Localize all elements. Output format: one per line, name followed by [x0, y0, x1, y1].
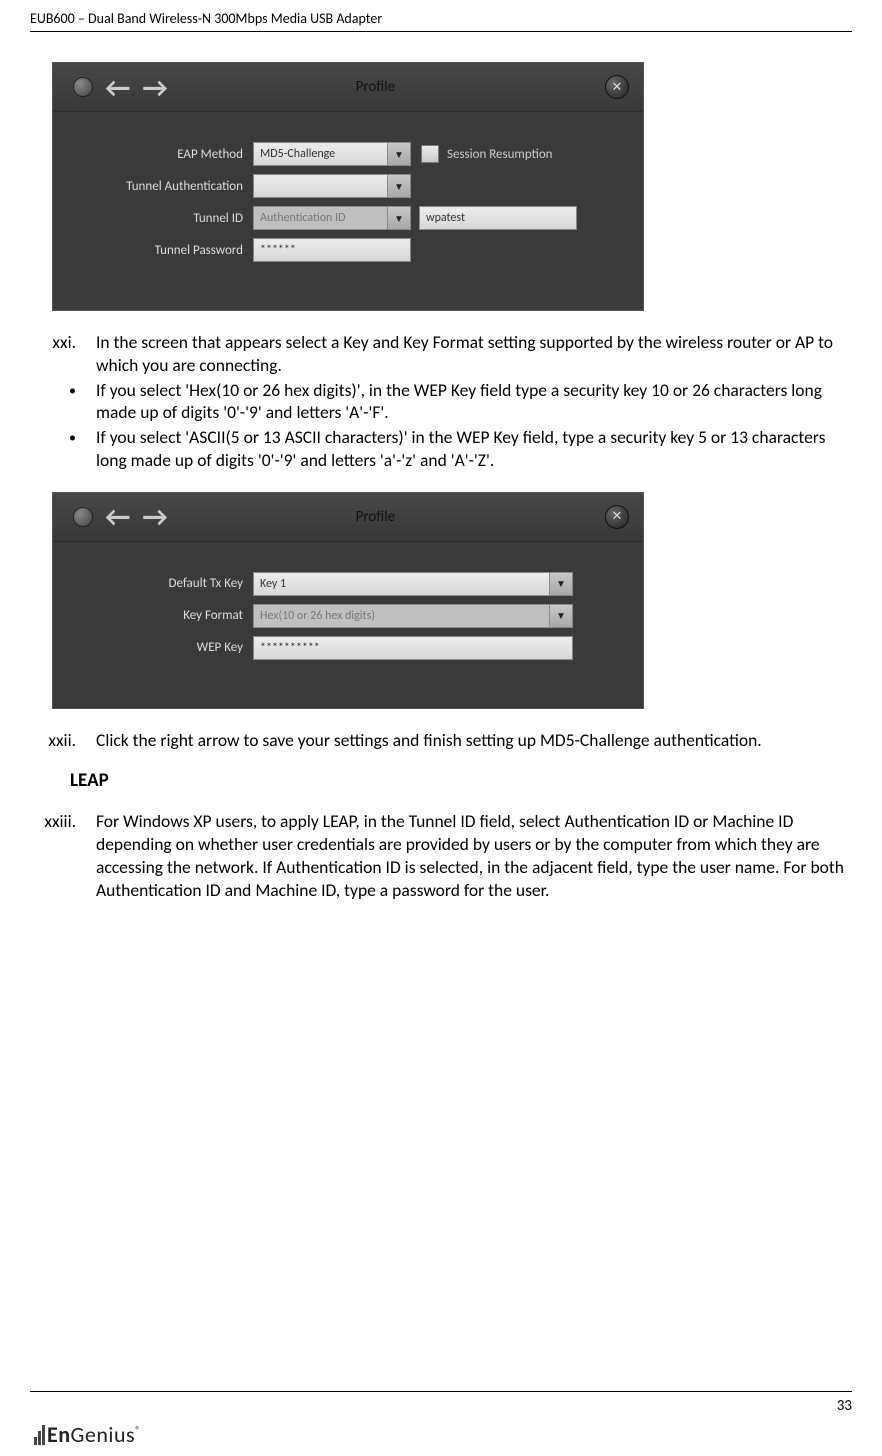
tunnel-auth-select[interactable]: ▼	[253, 174, 411, 198]
chevron-down-icon: ▼	[387, 143, 410, 165]
chevron-down-icon: ▼	[387, 207, 410, 229]
tunnel-id-select[interactable]: Authentication ID ▼	[253, 206, 411, 230]
forward-arrow-icon[interactable]: →	[142, 499, 167, 534]
instruction-bullet-2: If you select 'ASCII(5 or 13 ASCII chara…	[96, 426, 852, 472]
eap-method-select[interactable]: MD5-Challenge ▼	[253, 142, 411, 166]
tunnel-id-value: Authentication ID	[260, 211, 345, 225]
session-resumption-label: Session Resumption	[447, 147, 553, 162]
back-arrow-icon[interactable]: ←	[105, 499, 130, 534]
tunnel-auth-label: Tunnel Authentication	[73, 179, 253, 194]
tunnel-id-label: Tunnel ID	[73, 211, 253, 226]
nav-dot-icon[interactable]	[73, 77, 93, 97]
close-icon[interactable]: ✕	[605, 75, 629, 99]
engenius-logo: EnGenius®	[30, 1421, 852, 1448]
wep-key-label: WEP Key	[73, 640, 253, 655]
key-format-select[interactable]: Hex(10 or 26 hex digits) ▼	[253, 604, 573, 628]
tunnel-id-input[interactable]: wpatest	[419, 206, 577, 230]
tunnel-password-value: ******	[260, 243, 296, 257]
session-resumption-checkbox[interactable]	[421, 145, 439, 163]
instruction-xxiii: For Windows XP users, to apply LEAP, in …	[96, 810, 852, 901]
logo-prefix: En	[47, 1421, 71, 1448]
default-tx-key-label: Default Tx Key	[73, 576, 253, 591]
bullet-marker: •	[30, 426, 96, 472]
signal-bars-icon	[34, 1425, 45, 1445]
close-icon[interactable]: ✕	[605, 505, 629, 529]
eap-method-value: MD5-Challenge	[260, 147, 335, 161]
eap-method-label: EAP Method	[73, 147, 253, 162]
nav-dot-icon[interactable]	[73, 507, 93, 527]
tunnel-id-input-value: wpatest	[426, 211, 465, 225]
tunnel-password-label: Tunnel Password	[73, 243, 253, 258]
page-number: 33	[30, 1397, 852, 1415]
chevron-down-icon: ▼	[549, 573, 572, 595]
dialog-title: Profile	[168, 508, 583, 526]
instruction-bullet-1: If you select 'Hex(10 or 26 hex digits)'…	[96, 379, 852, 425]
wep-key-value: **********	[260, 641, 320, 655]
page-header: EUB600 – Dual Band Wireless-N 300Mbps Me…	[30, 10, 852, 32]
logo-suffix: Genius	[71, 1421, 136, 1448]
chevron-down-icon: ▼	[549, 605, 572, 627]
dialog-titlebar: ← → Profile ✕	[53, 63, 643, 112]
wep-key-input[interactable]: **********	[253, 636, 573, 660]
instruction-xxii: Click the right arrow to save your setti…	[96, 729, 852, 752]
page-footer: 33 EnGenius®	[0, 1391, 882, 1456]
list-marker: xxiii.	[30, 810, 96, 901]
key-format-label: Key Format	[73, 608, 253, 623]
dialog-title: Profile	[168, 78, 583, 96]
tunnel-password-input[interactable]: ******	[253, 238, 411, 262]
profile-dialog-2: ← → Profile ✕ Default Tx Key Key 1 ▼ Key…	[52, 492, 644, 709]
bullet-marker: •	[30, 379, 96, 425]
list-marker: xxii.	[30, 729, 96, 752]
dialog-titlebar: ← → Profile ✕	[53, 493, 643, 542]
registered-icon: ®	[135, 1424, 141, 1437]
instruction-xxi: In the screen that appears select a Key …	[96, 331, 852, 377]
key-format-value: Hex(10 or 26 hex digits)	[260, 609, 375, 623]
list-marker: xxi.	[30, 331, 96, 377]
chevron-down-icon: ▼	[387, 175, 410, 197]
profile-dialog-1: ← → Profile ✕ EAP Method MD5-Challenge ▼…	[52, 62, 644, 311]
forward-arrow-icon[interactable]: →	[142, 70, 167, 105]
back-arrow-icon[interactable]: ←	[105, 70, 130, 105]
default-tx-key-select[interactable]: Key 1 ▼	[253, 572, 573, 596]
leap-heading: LEAP	[70, 769, 852, 792]
default-tx-key-value: Key 1	[260, 577, 286, 591]
